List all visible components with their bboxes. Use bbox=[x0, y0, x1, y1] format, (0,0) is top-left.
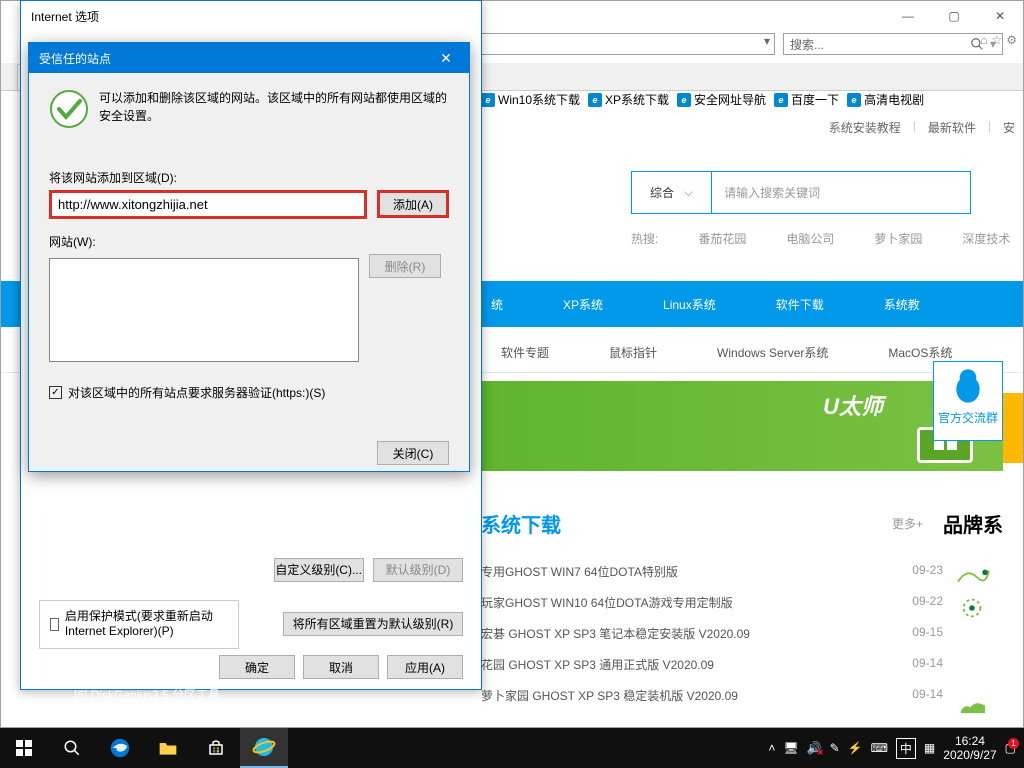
tray-volume-icon[interactable]: 🔊✖ bbox=[807, 741, 822, 755]
hot-link[interactable]: 萝卜家园 bbox=[874, 230, 922, 247]
tray-pen-icon[interactable]: ✎ bbox=[830, 741, 840, 755]
star-icon[interactable]: ☆ bbox=[991, 33, 1002, 47]
dialog-title: Internet 选项 bbox=[31, 8, 99, 25]
cat-link[interactable]: MacOS系统 bbox=[888, 344, 952, 361]
hot-label: 热搜: bbox=[631, 230, 658, 247]
maximize-button[interactable]: ▢ bbox=[931, 1, 977, 31]
brand-heading: 品牌系 bbox=[943, 509, 1003, 538]
fav-link[interactable]: eXP系统下载 bbox=[588, 91, 669, 108]
search-category[interactable]: 综合⌵ bbox=[631, 171, 711, 214]
cat-link[interactable]: 软件专题 bbox=[501, 344, 549, 361]
nav-item[interactable]: XP系统 bbox=[563, 296, 603, 313]
minimize-button[interactable]: — bbox=[885, 1, 931, 31]
trusted-sites-dialog: 受信任的站点 ✕ 可以添加和删除该区域的网站。该区域中的所有网站都使用区域的安全… bbox=[28, 42, 470, 472]
nav-item[interactable]: 系统教 bbox=[884, 296, 920, 313]
cat-link[interactable]: 鼠标指针 bbox=[609, 344, 657, 361]
https-checkbox[interactable]: ✓ 对该区域中的所有站点要求服务器验证(https:)(S) bbox=[49, 384, 449, 401]
tray-keyboard-icon[interactable]: ⌨ bbox=[871, 741, 888, 755]
tray-chevron-icon[interactable]: ˄ bbox=[768, 741, 775, 755]
close-button[interactable]: ✕ bbox=[977, 1, 1023, 31]
news-link[interactable]: 萝卜家园 GHOST XP SP3 稳定装机版 V2020.09 bbox=[481, 687, 738, 704]
url-input[interactable] bbox=[49, 190, 367, 219]
sites-label: 网站(W): bbox=[49, 233, 449, 250]
default-level-button: 默认级别(D) bbox=[373, 558, 463, 582]
reset-zones-button[interactable]: 将所有区域重置为默认级别(R) bbox=[283, 612, 463, 636]
news-link[interactable]: 宏碁 GHOST XP SP3 笔记本稳定安装版 V2020.09 bbox=[481, 625, 750, 642]
news-link[interactable]: 专用GHOST WIN7 64位DOTA特别版 bbox=[481, 563, 678, 580]
clock[interactable]: 16:24 2020/9/27 bbox=[943, 734, 996, 763]
site-search-input[interactable]: 请输入搜索关键词 bbox=[711, 171, 971, 214]
nav-item[interactable]: 软件下载 bbox=[776, 296, 824, 313]
taskbar: ˄ 🖥 🔊✖ ✎ ⚡ ⌨ 中 ▦ 16:24 2020/9/27 ▢1 bbox=[0, 728, 1024, 768]
sub-link[interactable]: 安 bbox=[1003, 119, 1015, 136]
protected-mode-checkbox[interactable]: 启用保护模式(要求重新启动 Internet Explorer)(P) bbox=[39, 600, 239, 649]
trusted-title: 受信任的站点 bbox=[39, 50, 111, 67]
tray-monitor-icon[interactable]: 🖥 bbox=[783, 741, 798, 755]
news-link[interactable]: 玩家GHOST WIN10 64位DOTA游戏专用定制版 bbox=[481, 594, 733, 611]
ie-search-input[interactable]: 搜索... ▾ bbox=[783, 33, 1003, 55]
section-title: 系统下载 bbox=[481, 509, 561, 538]
favorites-bar: eWin10系统下载 eXP系统下载 e安全网址导航 e百度一下 e高清电视剧 bbox=[481, 91, 924, 108]
cancel-button[interactable]: 取消 bbox=[303, 655, 379, 679]
desktop: — ▢ ✕ ▾ 搜索... ▾ ⌂ ☆ ⚙ 系统 eWin10系统下载 eXP系… bbox=[0, 0, 1024, 768]
sub-link[interactable]: 最新软件 bbox=[928, 119, 976, 136]
fav-link[interactable]: e百度一下 bbox=[774, 91, 839, 108]
ie-taskbar-icon[interactable] bbox=[240, 728, 288, 768]
search-icon[interactable] bbox=[48, 728, 96, 768]
banner[interactable]: U太师 bbox=[481, 381, 1003, 471]
close-icon[interactable]: ✕ bbox=[433, 50, 459, 67]
gear-icon[interactable]: ⚙ bbox=[1006, 33, 1017, 47]
qq-float[interactable]: 官方交流群 bbox=[933, 361, 1003, 441]
hot-link[interactable]: 电脑公司 bbox=[786, 230, 834, 247]
cat-link[interactable]: Windows Server系统 bbox=[717, 344, 828, 361]
ime-indicator[interactable]: 中 bbox=[896, 738, 916, 759]
action-center-icon[interactable]: ▢1 bbox=[1005, 741, 1016, 755]
custom-level-button[interactable]: 自定义级别(C)... bbox=[274, 558, 364, 582]
fav-link[interactable]: eWin10系统下载 bbox=[481, 91, 580, 108]
hot-link[interactable]: 番茄花园 bbox=[698, 230, 746, 247]
sites-listbox[interactable] bbox=[49, 258, 359, 362]
fav-link[interactable]: e安全网址导航 bbox=[677, 91, 766, 108]
nav-item[interactable]: 统 bbox=[491, 296, 503, 313]
close-button[interactable]: 关闭(C) bbox=[377, 441, 449, 465]
news-link[interactable]: 花园 GHOST XP SP3 通用正式版 V2020.09 bbox=[481, 656, 714, 673]
ok-button[interactable]: 确定 bbox=[219, 655, 295, 679]
tray-flash-icon[interactable]: ⚡ bbox=[848, 741, 863, 755]
news-list: 专用GHOST WIN7 64位DOTA特别版09-23 玩家GHOST WIN… bbox=[481, 556, 1003, 711]
home-icon[interactable]: ⌂ bbox=[980, 33, 987, 47]
store-icon[interactable] bbox=[192, 728, 240, 768]
checkmark-icon bbox=[49, 89, 89, 129]
nav-item[interactable]: Linux系统 bbox=[663, 296, 716, 313]
desktop-text: [6] DiskGenius3.5 分区工具 [7] 瞬间把硬盘分成四区(NTF… bbox=[74, 688, 238, 719]
more-link[interactable]: 更多+ bbox=[892, 515, 923, 532]
intro-text: 可以添加和删除该区域的网站。该区域中的所有网站都使用区域的安全设置。 bbox=[99, 89, 449, 125]
ime-mode-icon[interactable]: ▦ bbox=[924, 741, 935, 755]
add-button[interactable]: 添加(A) bbox=[377, 190, 449, 218]
remove-button: 删除(R) bbox=[369, 254, 441, 278]
edge-icon[interactable] bbox=[96, 728, 144, 768]
address-bar[interactable]: ▾ bbox=[481, 33, 775, 55]
explorer-icon[interactable] bbox=[144, 728, 192, 768]
banner-accent bbox=[1003, 393, 1023, 463]
start-button[interactable] bbox=[0, 728, 48, 768]
penguin-icon bbox=[948, 366, 988, 406]
apply-button[interactable]: 应用(A) bbox=[387, 655, 463, 679]
fav-link[interactable]: e高清电视剧 bbox=[847, 91, 924, 108]
sub-link[interactable]: 系统安装教程 bbox=[829, 119, 901, 136]
add-label: 将该网站添加到区域(D): bbox=[49, 169, 449, 186]
hot-link[interactable]: 深度技术 bbox=[962, 230, 1010, 247]
